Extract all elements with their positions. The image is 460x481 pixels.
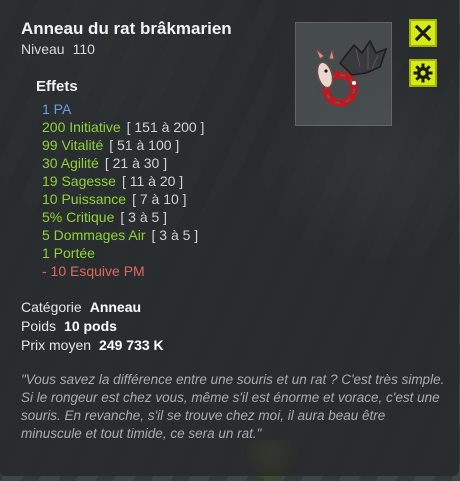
item-description: "Vous savez la différence entre une sour… [21,372,445,441]
effect-range: [ 51 à 100 ] [109,137,180,153]
effect-text: 200 Initiative [42,119,121,135]
effect-range: [ 151 à 200 ] [126,119,205,135]
close-x-icon [414,24,432,42]
effect-line: - 10 Esquive PM [42,262,204,280]
effect-range: [ 3 à 5 ] [151,227,199,243]
effect-text: 5 Dommages Air [42,227,146,243]
effect-text: 5% Critique [42,209,115,225]
close-button[interactable] [409,19,437,47]
effect-text: 1 PA [42,101,72,117]
rat-ring-icon [315,39,388,107]
effect-line: 5% Critique [ 3 à 5 ] [42,208,204,226]
category-label: Catégorie [21,299,82,315]
effect-range: [ 11 à 20 ] [121,173,184,189]
price-row: Prix moyen 249 733 K [21,336,164,355]
effect-range: [ 21 à 30 ] [104,155,168,171]
effect-text: - 10 Esquive PM [42,263,145,279]
gear-icon [413,63,433,83]
item-image-frame [295,22,392,126]
effect-line: 30 Agilité [ 21 à 30 ] [42,154,204,172]
effect-text: 30 Agilité [42,155,99,171]
price-label: Prix moyen [21,337,92,353]
effect-line: 5 Dommages Air [ 3 à 5 ] [42,226,204,244]
effects-list: 1 PA 200 Initiative [ 151 à 200 ] 99 Vita… [42,100,204,280]
weight-row: Poids 10 pods [21,317,164,336]
effect-line: 200 Initiative [ 151 à 200 ] [42,118,204,136]
effect-text: 10 Puissance [42,191,127,207]
effect-text: 19 Sagesse [42,173,116,189]
effect-line: 10 Puissance [ 7 à 10 ] [42,190,204,208]
weight-label: Poids [21,318,57,334]
effect-text: 1 Portée [42,245,95,261]
item-name: Anneau du rat brâkmarien [21,19,232,38]
item-tooltip-panel: Anneau du rat brâkmarien Niveau 110 Effe… [0,0,459,476]
item-info: Catégorie Anneau Poids 10 pods Prix moyen 2… [21,298,164,355]
level-value: 110 [72,41,95,57]
effects-heading: Effets [36,78,78,95]
item-level: Niveau 110 [21,41,95,57]
game-viewport: Anneau du rat brâkmarien Niveau 110 Effe… [0,0,460,481]
weight-value: 10 pods [64,318,117,334]
effect-line: 99 Vitalité [ 51 à 100 ] [42,136,204,154]
effect-line: 1 PA [42,100,204,118]
level-label: Niveau [21,41,65,57]
effect-line: 1 Portée [42,244,204,262]
category-row: Catégorie Anneau [21,298,164,317]
effect-line: 19 Sagesse [ 11 à 20 ] [42,172,204,190]
effect-range: [ 7 à 10 ] [132,191,187,207]
category-value: Anneau [89,299,142,315]
effect-range: [ 3 à 5 ] [120,209,168,225]
effect-text: 99 Vitalité [42,137,104,153]
price-value: 249 733 K [99,337,164,353]
settings-button[interactable] [409,59,437,87]
